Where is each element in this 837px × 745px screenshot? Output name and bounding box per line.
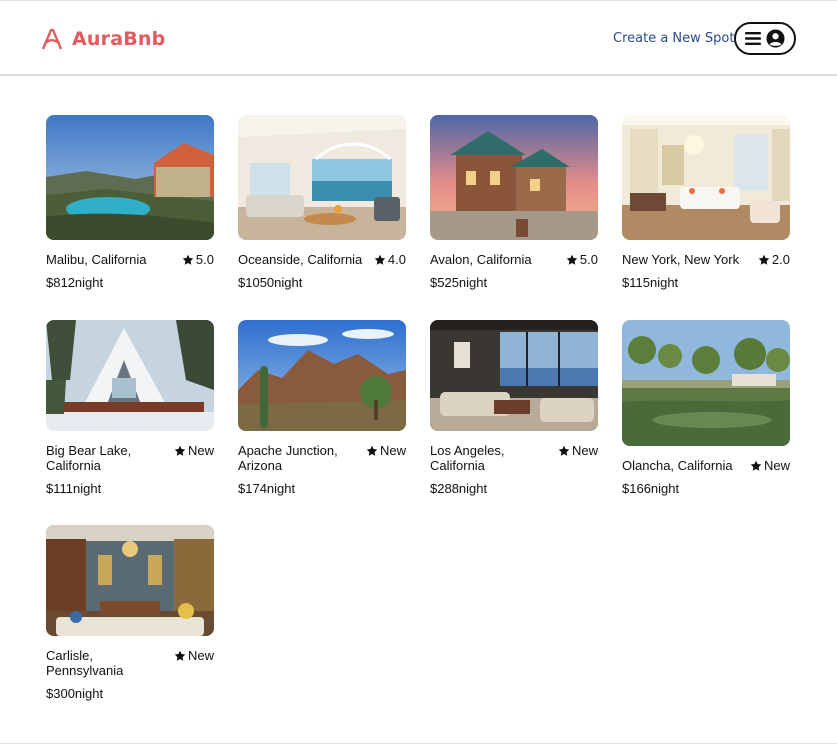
spot-card[interactable]: Avalon, California 5.0 $525night [430,115,598,290]
star-icon [182,254,194,265]
spot-price: $300 [46,686,75,701]
spot-price-row: $300night [46,686,214,701]
spot-price-row: $115night [622,275,790,290]
star-icon [174,445,186,456]
spot-price: $525 [430,275,459,290]
spot-image-beach-living-room [238,115,406,240]
spot-rating: New [174,443,214,458]
spot-image-stone-mansion [430,115,598,240]
spot-card[interactable]: Big Bear Lake, California New $111night [46,320,214,496]
price-unit: night [73,481,102,496]
spot-card[interactable]: New York, New York 2.0 $115night [622,115,790,290]
price-unit: night [650,481,680,496]
price-unit: night [74,275,104,290]
star-icon [174,650,186,661]
spot-price: $288 [430,481,459,496]
spot-price: $1050 [238,275,275,290]
price-unit: night [266,481,296,496]
spot-price-row: $288night [430,481,598,496]
rating-value: 4.0 [387,252,406,267]
star-icon [374,254,386,265]
spot-card[interactable]: Apache Junction, Arizona New $174night [238,320,406,496]
spot-rating: New [750,458,790,473]
spot-price-row: $812night [46,275,214,290]
spot-price: $174 [238,481,267,496]
spot-price: $111 [46,481,73,496]
spot-location: Olancha, California [622,458,733,473]
rating-value: 5.0 [579,252,598,267]
spot-location: New York, New York [622,252,740,267]
star-icon [566,254,578,265]
spot-price: $812 [46,275,75,290]
spot-card[interactable]: Los Angeles, California New $288night [430,320,598,496]
spot-location: Malibu, California [46,252,147,267]
spot-price-row: $166night [622,481,790,496]
price-unit: night [74,686,104,701]
spot-card[interactable]: Malibu, California 5.0 $812night [46,115,214,290]
spot-rating: 2.0 [758,252,790,267]
star-icon [750,460,762,471]
rating-value: New [763,458,790,473]
rating-value: New [571,443,598,458]
spot-image-classic-living-room [622,115,790,240]
star-icon [558,445,570,456]
rating-value: 2.0 [771,252,790,267]
rating-value: 5.0 [195,252,214,267]
spot-location: Oceanside, California [238,252,363,267]
star-icon [758,254,770,265]
spot-image-ornate-library [46,525,214,636]
spot-card[interactable]: Oceanside, California 4.0 $1050night [238,115,406,290]
rating-value: New [379,443,406,458]
spot-image-modern-living-room [430,320,598,431]
spot-card[interactable]: Olancha, California New $166night [622,320,790,496]
price-unit: night [274,275,303,290]
spot-price-row: $174night [238,481,406,496]
price-unit: night [458,481,488,496]
spot-price-row: $111night [46,481,214,496]
spot-location: Apache Junction, Arizona [238,443,338,473]
spot-rating: New [174,648,214,663]
spot-location: Carlisle, Pennsylvania [46,648,124,678]
spot-card[interactable]: Carlisle, Pennsylvania New $300night [46,525,214,701]
spot-price-row: $1050night [238,275,406,290]
spot-rating: New [366,443,406,458]
spot-rating: New [558,443,598,458]
spot-image-desert-mountains [238,320,406,431]
spot-image-villa-pool [46,115,214,240]
spot-location: Big Bear Lake, California [46,443,132,473]
spot-location: Avalon, California [430,252,532,267]
spot-rating: 5.0 [182,252,214,267]
star-icon [366,445,378,456]
rating-value: New [187,443,214,458]
spot-price: $115 [622,275,650,290]
price-unit: night [649,275,679,290]
page: AuraBnb Create a New Spot Malibu, Califo… [0,0,837,745]
spot-price-row: $525night [430,275,598,290]
price-unit: night [458,275,488,290]
spot-price: $166 [622,481,651,496]
spot-rating: 4.0 [374,252,406,267]
spot-rating: 5.0 [566,252,598,267]
spot-image-a-frame-cabin [46,320,214,431]
spot-location: Los Angeles, California [430,443,505,473]
spots-grid: Malibu, California 5.0 $812night Oceansi… [0,1,837,745]
spot-image-pond-trees [622,320,790,446]
rating-value: New [187,648,214,663]
